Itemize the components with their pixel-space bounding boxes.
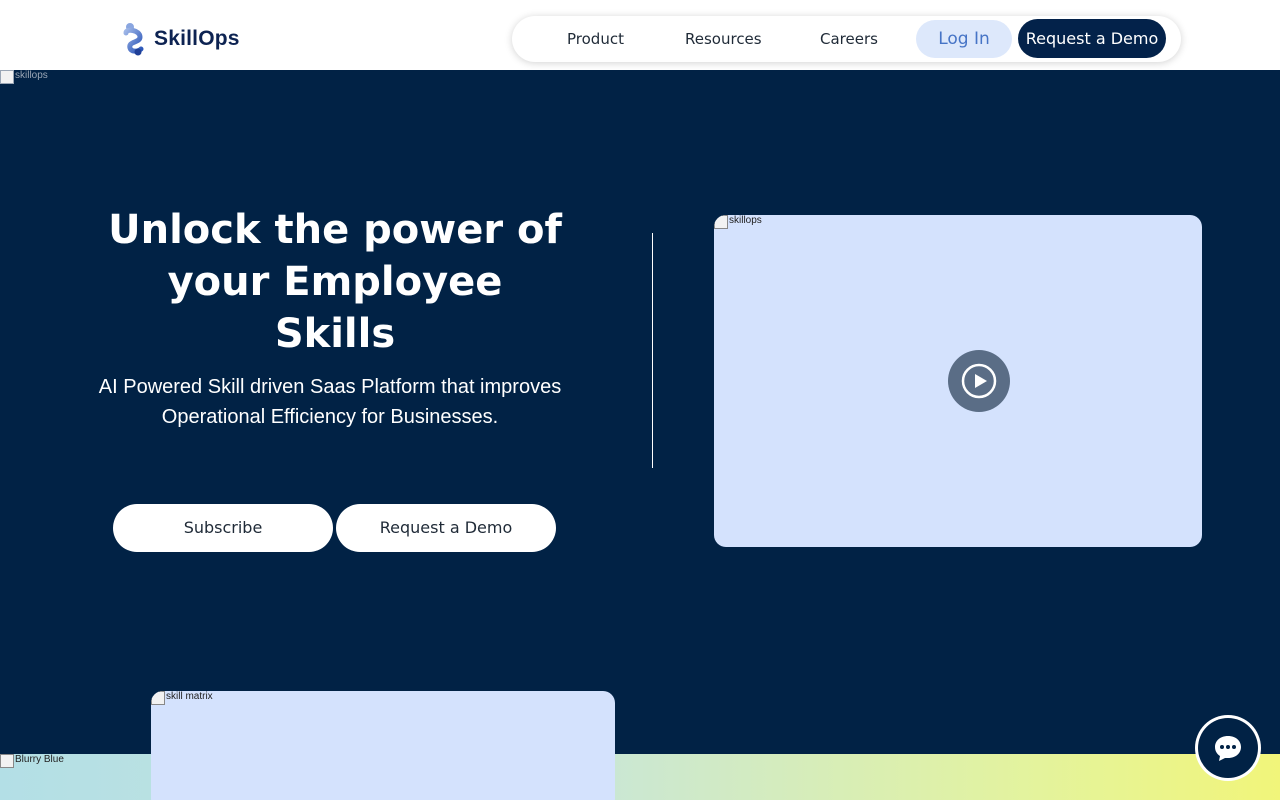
nav-resources[interactable]: Resources [685,16,762,62]
chat-bubble-icon [1215,736,1241,761]
site-header: SkillOps Product Resources Careers Log I… [0,0,1280,70]
login-button[interactable]: Log In [916,20,1012,58]
hero-title: Unlock the power of your Employee Skills [100,204,570,360]
skillops-logo-icon [123,23,144,56]
hero-section: skillops Unlock the power of your Employ… [0,70,1280,754]
broken-image-icon [714,215,728,229]
broken-image-icon [0,754,14,768]
logo[interactable]: SkillOps [122,22,240,56]
band-image-alt: Blurry Blue [15,754,64,765]
vertical-divider [652,233,653,468]
video-image-alt: skillops [729,215,762,226]
hero-background-image: skillops [0,70,48,84]
hero-title-line-3: Skills [274,311,396,357]
skill-matrix-image-alt: skill matrix [166,691,213,702]
skill-matrix-image: skill matrix [151,691,213,705]
play-button[interactable] [948,350,1010,412]
broken-image-icon [0,70,14,84]
brand-name: SkillOps [154,27,240,50]
request-demo-button[interactable]: Request a Demo [336,504,556,552]
play-icon [961,363,997,399]
hero-title-line-1: Unlock the power of [108,207,562,253]
skill-matrix-card: skill matrix [151,691,615,800]
band-image: Blurry Blue [0,754,64,768]
hero-background-image-alt: skillops [15,70,48,81]
nav-careers[interactable]: Careers [820,16,878,62]
request-demo-nav-button[interactable]: Request a Demo [1018,19,1166,58]
main-nav: Product Resources Careers Log In Request… [512,16,1181,62]
hero-subtitle: AI Powered Skill driven Saas Platform th… [90,372,570,432]
hero-title-line-2: your Employee [167,259,503,305]
subscribe-button[interactable]: Subscribe [113,504,333,552]
hero-subtitle-line-2: Operational Efficiency for Businesses. [161,406,499,428]
video-image: skillops [714,215,762,229]
chat-button-inner [1198,718,1258,778]
nav-product[interactable]: Product [567,16,624,62]
video-card[interactable]: skillops [714,215,1202,547]
chat-button[interactable] [1195,715,1261,781]
hero-subtitle-line-1: AI Powered Skill driven Saas Platform th… [98,376,562,398]
broken-image-icon [151,691,165,705]
